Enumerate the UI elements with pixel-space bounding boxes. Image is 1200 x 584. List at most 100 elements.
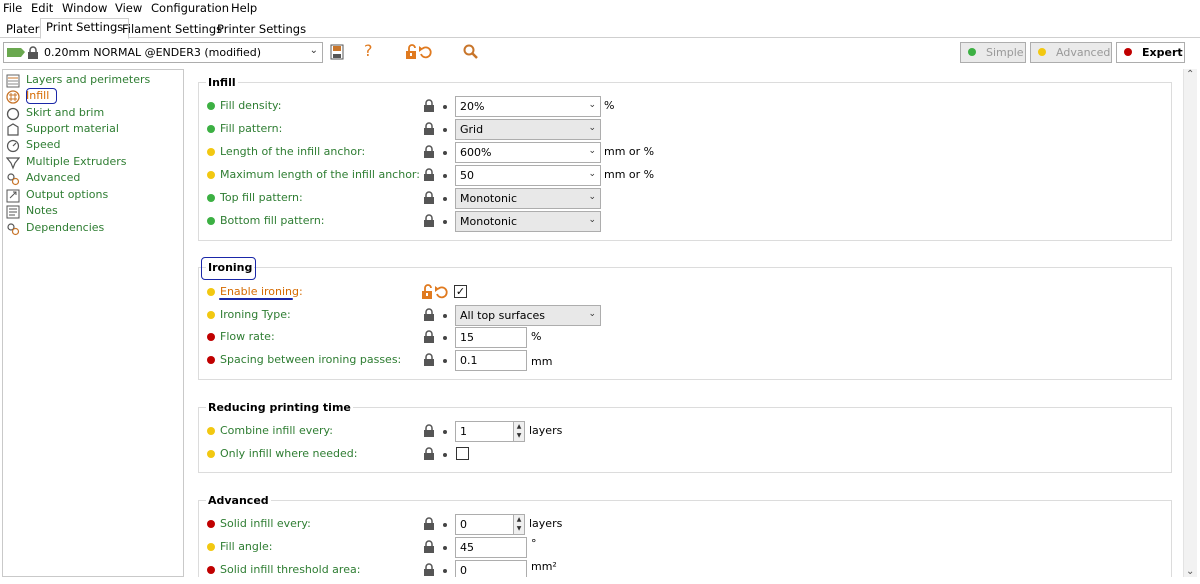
unit-label: % — [531, 330, 542, 343]
help-icon[interactable]: ? — [364, 41, 373, 60]
lock-icon[interactable] — [423, 168, 435, 182]
green-dot-icon — [968, 48, 976, 56]
mode-expert-button[interactable]: Expert — [1116, 42, 1185, 63]
row-ironing-spacing: Spacing between ironing passes: 0.1 mm — [207, 350, 1157, 371]
mode-simple-button[interactable]: Simple — [960, 42, 1026, 63]
lock-icon[interactable] — [423, 308, 435, 322]
top-fill-pattern-select[interactable]: Monotonic ⌄ — [455, 188, 601, 209]
scroll-down-icon[interactable]: ⌄ — [1186, 566, 1194, 577]
menu-window[interactable]: Window — [62, 1, 107, 15]
chevron-down-icon: ⌄ — [309, 45, 318, 56]
red-dot-icon — [207, 520, 215, 528]
tab-printer-settings[interactable]: Printer Settings — [211, 20, 312, 38]
menu-file[interactable]: File — [3, 1, 22, 15]
sidebar-item-speed[interactable]: Speed — [6, 138, 182, 154]
annotation-underline — [219, 298, 293, 300]
sidebar-item-label: Layers and perimeters — [26, 73, 151, 86]
unlock-revert-icon[interactable] — [405, 44, 433, 60]
sidebar-item-label: Dependencies — [26, 221, 105, 234]
dot-icon — [443, 105, 447, 109]
sidebar-item-notes[interactable]: Notes — [6, 204, 182, 220]
only-infill-needed-checkbox[interactable] — [456, 447, 469, 460]
lock-icon[interactable] — [423, 517, 435, 531]
sidebar-item-support[interactable]: Support material — [6, 122, 182, 138]
search-icon[interactable] — [463, 44, 479, 60]
fill-angle-input[interactable]: 45 — [455, 537, 527, 558]
unlock-revert-icon[interactable] — [421, 284, 449, 300]
lock-icon[interactable] — [423, 447, 435, 461]
yellow-dot-icon — [1038, 48, 1046, 56]
menu-view[interactable]: View — [115, 1, 142, 15]
lock-icon[interactable] — [423, 563, 435, 577]
lock-icon[interactable] — [423, 99, 435, 113]
sidebar-item-infill[interactable]: Infill — [6, 88, 182, 105]
dot-icon — [443, 128, 447, 132]
unit-label: mm or % — [604, 168, 655, 181]
chevron-down-icon: ⌄ — [588, 309, 596, 319]
max-infill-anchor-combo[interactable]: 50 ⌄ — [455, 165, 601, 186]
solid-infill-every-spinner[interactable]: 0 ▲ ▼ — [455, 514, 525, 535]
row-solid-infill-threshold: Solid infill threshold area: 0 mm² — [207, 560, 1157, 577]
combine-infill-spinner[interactable]: 1 ▲ ▼ — [455, 421, 525, 442]
setting-label: Spacing between ironing passes: — [220, 353, 402, 366]
settings-content: Infill Fill density: 20% ⌄ % Fill patter… — [186, 69, 1186, 577]
tab-plater[interactable]: Plater — [0, 20, 46, 38]
sidebar-item-dependencies[interactable]: Dependencies — [6, 221, 182, 237]
menu-help[interactable]: Help — [231, 1, 257, 15]
yellow-dot-icon — [207, 450, 215, 458]
spin-arrows-icon[interactable]: ▲ ▼ — [513, 515, 524, 534]
sidebar-item-label: Support material — [26, 122, 119, 135]
sidebar-item-label: Notes — [26, 204, 58, 217]
scroll-up-icon[interactable]: ⌃ — [1186, 69, 1194, 80]
dot-icon — [443, 359, 447, 363]
row-only-infill-needed: Only infill where needed: — [207, 444, 1157, 464]
bottom-fill-pattern-select[interactable]: Monotonic ⌄ — [455, 211, 601, 232]
field-value: 20% — [460, 100, 485, 113]
ironing-spacing-input[interactable]: 0.1 — [455, 350, 527, 371]
save-icon[interactable] — [330, 44, 344, 60]
chevron-down-icon: ⌄ — [588, 192, 596, 202]
advanced-icon — [7, 173, 20, 186]
unit-label: % — [604, 99, 615, 112]
sidebar-item-layers[interactable]: Layers and perimeters — [6, 73, 182, 89]
flag-icon — [7, 48, 25, 57]
menu-edit[interactable]: Edit — [31, 1, 53, 15]
lock-icon[interactable] — [423, 330, 435, 344]
preset-select[interactable]: 0.20mm NORMAL @ENDER3 (modified) ⌄ — [3, 42, 323, 63]
field-value: All top surfaces — [460, 309, 546, 322]
fill-pattern-select[interactable]: Grid ⌄ — [455, 119, 601, 140]
sidebar-item-label: Output options — [26, 188, 109, 201]
dependencies-icon — [7, 223, 20, 236]
enable-ironing-checkbox[interactable]: ✓ — [454, 285, 467, 298]
ironing-type-select[interactable]: All top surfaces ⌄ — [455, 305, 601, 326]
sidebar-item-extruders[interactable]: Multiple Extruders — [6, 155, 182, 171]
annotation-circle — [26, 88, 57, 104]
chevron-down-icon: ⌄ — [588, 169, 596, 179]
setting-label: Solid infill threshold area: — [220, 563, 361, 576]
unit-label: ° — [531, 537, 537, 550]
setting-label: Bottom fill pattern: — [220, 214, 325, 227]
lock-icon[interactable] — [423, 122, 435, 136]
sidebar-item-skirt[interactable]: Skirt and brim — [6, 106, 182, 122]
field-value: 45 — [460, 541, 474, 554]
spin-arrows-icon[interactable]: ▲ ▼ — [513, 422, 524, 441]
menu-configuration[interactable]: Configuration — [151, 1, 229, 15]
lock-icon[interactable] — [423, 214, 435, 228]
fill-density-combo[interactable]: 20% ⌄ — [455, 96, 601, 117]
lock-icon[interactable] — [423, 353, 435, 367]
lock-icon[interactable] — [423, 145, 435, 159]
solid-infill-threshold-input[interactable]: 0 — [455, 560, 527, 577]
flow-rate-input[interactable]: 15 — [455, 327, 527, 348]
infill-anchor-combo[interactable]: 600% ⌄ — [455, 142, 601, 163]
mode-advanced-button[interactable]: Advanced — [1030, 42, 1112, 63]
sidebar-item-advanced[interactable]: Advanced — [6, 171, 182, 187]
lock-icon[interactable] — [423, 540, 435, 554]
annotation-box — [201, 257, 256, 280]
chevron-down-icon: ⌄ — [588, 123, 596, 133]
vertical-scrollbar[interactable]: ⌃ ⌄ — [1183, 69, 1197, 577]
field-value: 15 — [460, 331, 474, 344]
row-infill-anchor: Length of the infill anchor: 600% ⌄ mm o… — [207, 142, 1157, 163]
lock-icon[interactable] — [423, 191, 435, 205]
lock-icon[interactable] — [423, 424, 435, 438]
sidebar-item-output[interactable]: Output options — [6, 188, 182, 204]
